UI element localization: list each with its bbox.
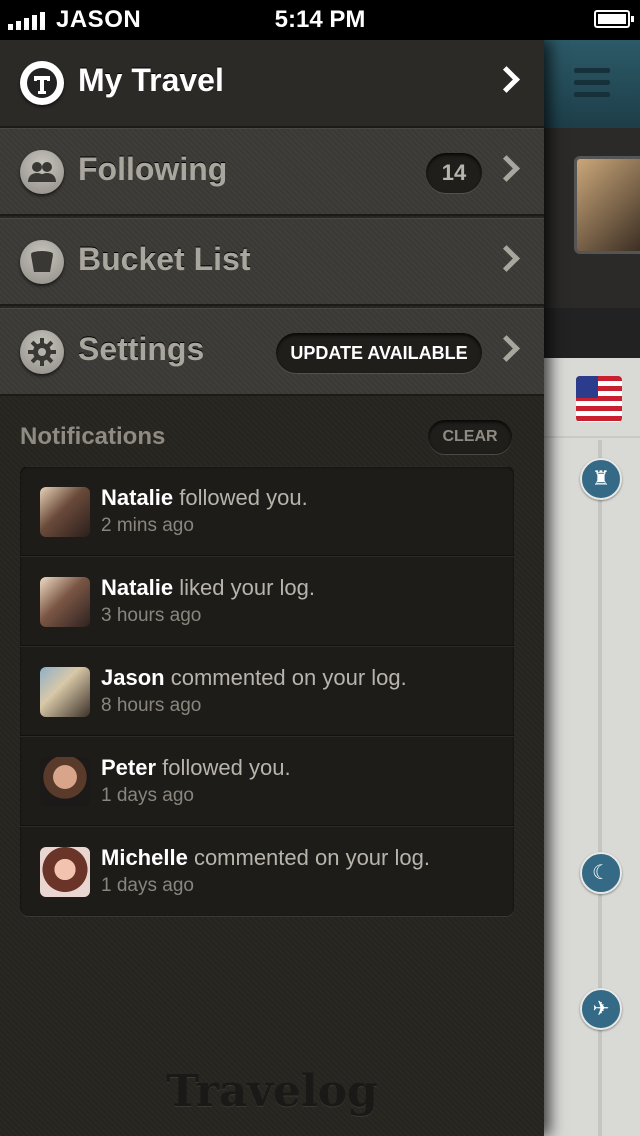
notification-action: liked your log. (179, 575, 316, 600)
menu-label: Settings (78, 331, 205, 367)
following-count-badge: 14 (426, 153, 482, 193)
menu-item-my-travel[interactable]: My Travel (0, 40, 544, 128)
notification-item[interactable]: Jason commented on your log. 8 hours ago (20, 646, 514, 736)
bucket-icon (20, 240, 64, 284)
notification-item[interactable]: Michelle commented on your log. 1 days a… (20, 826, 514, 916)
notification-time: 2 mins ago (101, 515, 194, 536)
notification-item[interactable]: Natalie followed you. 2 mins ago (20, 466, 514, 556)
notification-time: 1 days ago (101, 875, 194, 896)
notification-time: 3 hours ago (101, 605, 202, 626)
avatar (40, 667, 90, 717)
notifications-list: Natalie followed you. 2 mins ago Natalie… (20, 466, 514, 916)
chevron-right-icon (493, 335, 520, 362)
profile-avatar (574, 156, 640, 254)
avatar (40, 577, 90, 627)
profile-strip (544, 308, 640, 358)
flight-pin-icon[interactable]: ✈ (580, 988, 622, 1030)
notification-action: followed you. (179, 485, 308, 510)
notification-time: 8 hours ago (101, 695, 202, 716)
avatar (40, 847, 90, 897)
notifications-heading: Notifications (20, 423, 166, 450)
gear-icon (20, 330, 64, 374)
menu-label: Bucket List (78, 241, 251, 277)
notification-action: commented on your log. (170, 665, 407, 690)
us-flag-icon (576, 376, 622, 422)
menu-label: Following (78, 151, 228, 187)
chevron-right-icon (493, 155, 520, 182)
notification-user[interactable]: Jason (101, 665, 165, 690)
side-drawer: My Travel Following 14 Bucket List Setti… (0, 40, 544, 1136)
clock: 5:14 PM (274, 6, 366, 33)
menu-item-settings[interactable]: Settings UPDATE AVAILABLE (0, 308, 544, 396)
chevron-right-icon (493, 66, 520, 93)
avatar (40, 757, 90, 807)
status-bar: JASON 5:14 PM (0, 0, 640, 40)
main-navbar (544, 40, 640, 128)
notification-user[interactable]: Natalie (101, 485, 173, 510)
notification-item[interactable]: Natalie liked your log. 3 hours ago (20, 556, 514, 646)
divider (544, 436, 640, 438)
notification-user[interactable]: Natalie (101, 575, 173, 600)
notification-time: 1 days ago (101, 785, 194, 806)
landmark-pin-icon[interactable]: ♜ (580, 458, 622, 500)
battery-icon (594, 10, 634, 28)
hotel-pin-icon[interactable]: ☾ (580, 852, 622, 894)
menu-icon[interactable] (574, 68, 610, 104)
notification-action: followed you. (162, 755, 291, 780)
menu-item-following[interactable]: Following 14 (0, 128, 544, 216)
timeline-line (598, 440, 602, 1136)
notification-user[interactable]: Peter (101, 755, 156, 780)
travelog-t-icon (20, 61, 64, 105)
notification-user[interactable]: Michelle (101, 845, 188, 870)
notification-item[interactable]: Peter followed you. 1 days ago (20, 736, 514, 826)
profile-header (544, 128, 640, 308)
menu-item-bucket-list[interactable]: Bucket List (0, 218, 544, 306)
avatar (40, 487, 90, 537)
notification-action: commented on your log. (193, 845, 430, 870)
people-icon (20, 150, 64, 194)
clear-notifications-button[interactable]: CLEAR (428, 420, 512, 454)
chevron-right-icon (493, 245, 520, 272)
main-content-peek[interactable]: ♜ ☾ ✈ (544, 40, 640, 1136)
travelog-logo: Travelog (166, 1066, 378, 1117)
menu-label: My Travel (78, 62, 224, 98)
update-available-badge[interactable]: UPDATE AVAILABLE (276, 333, 482, 373)
